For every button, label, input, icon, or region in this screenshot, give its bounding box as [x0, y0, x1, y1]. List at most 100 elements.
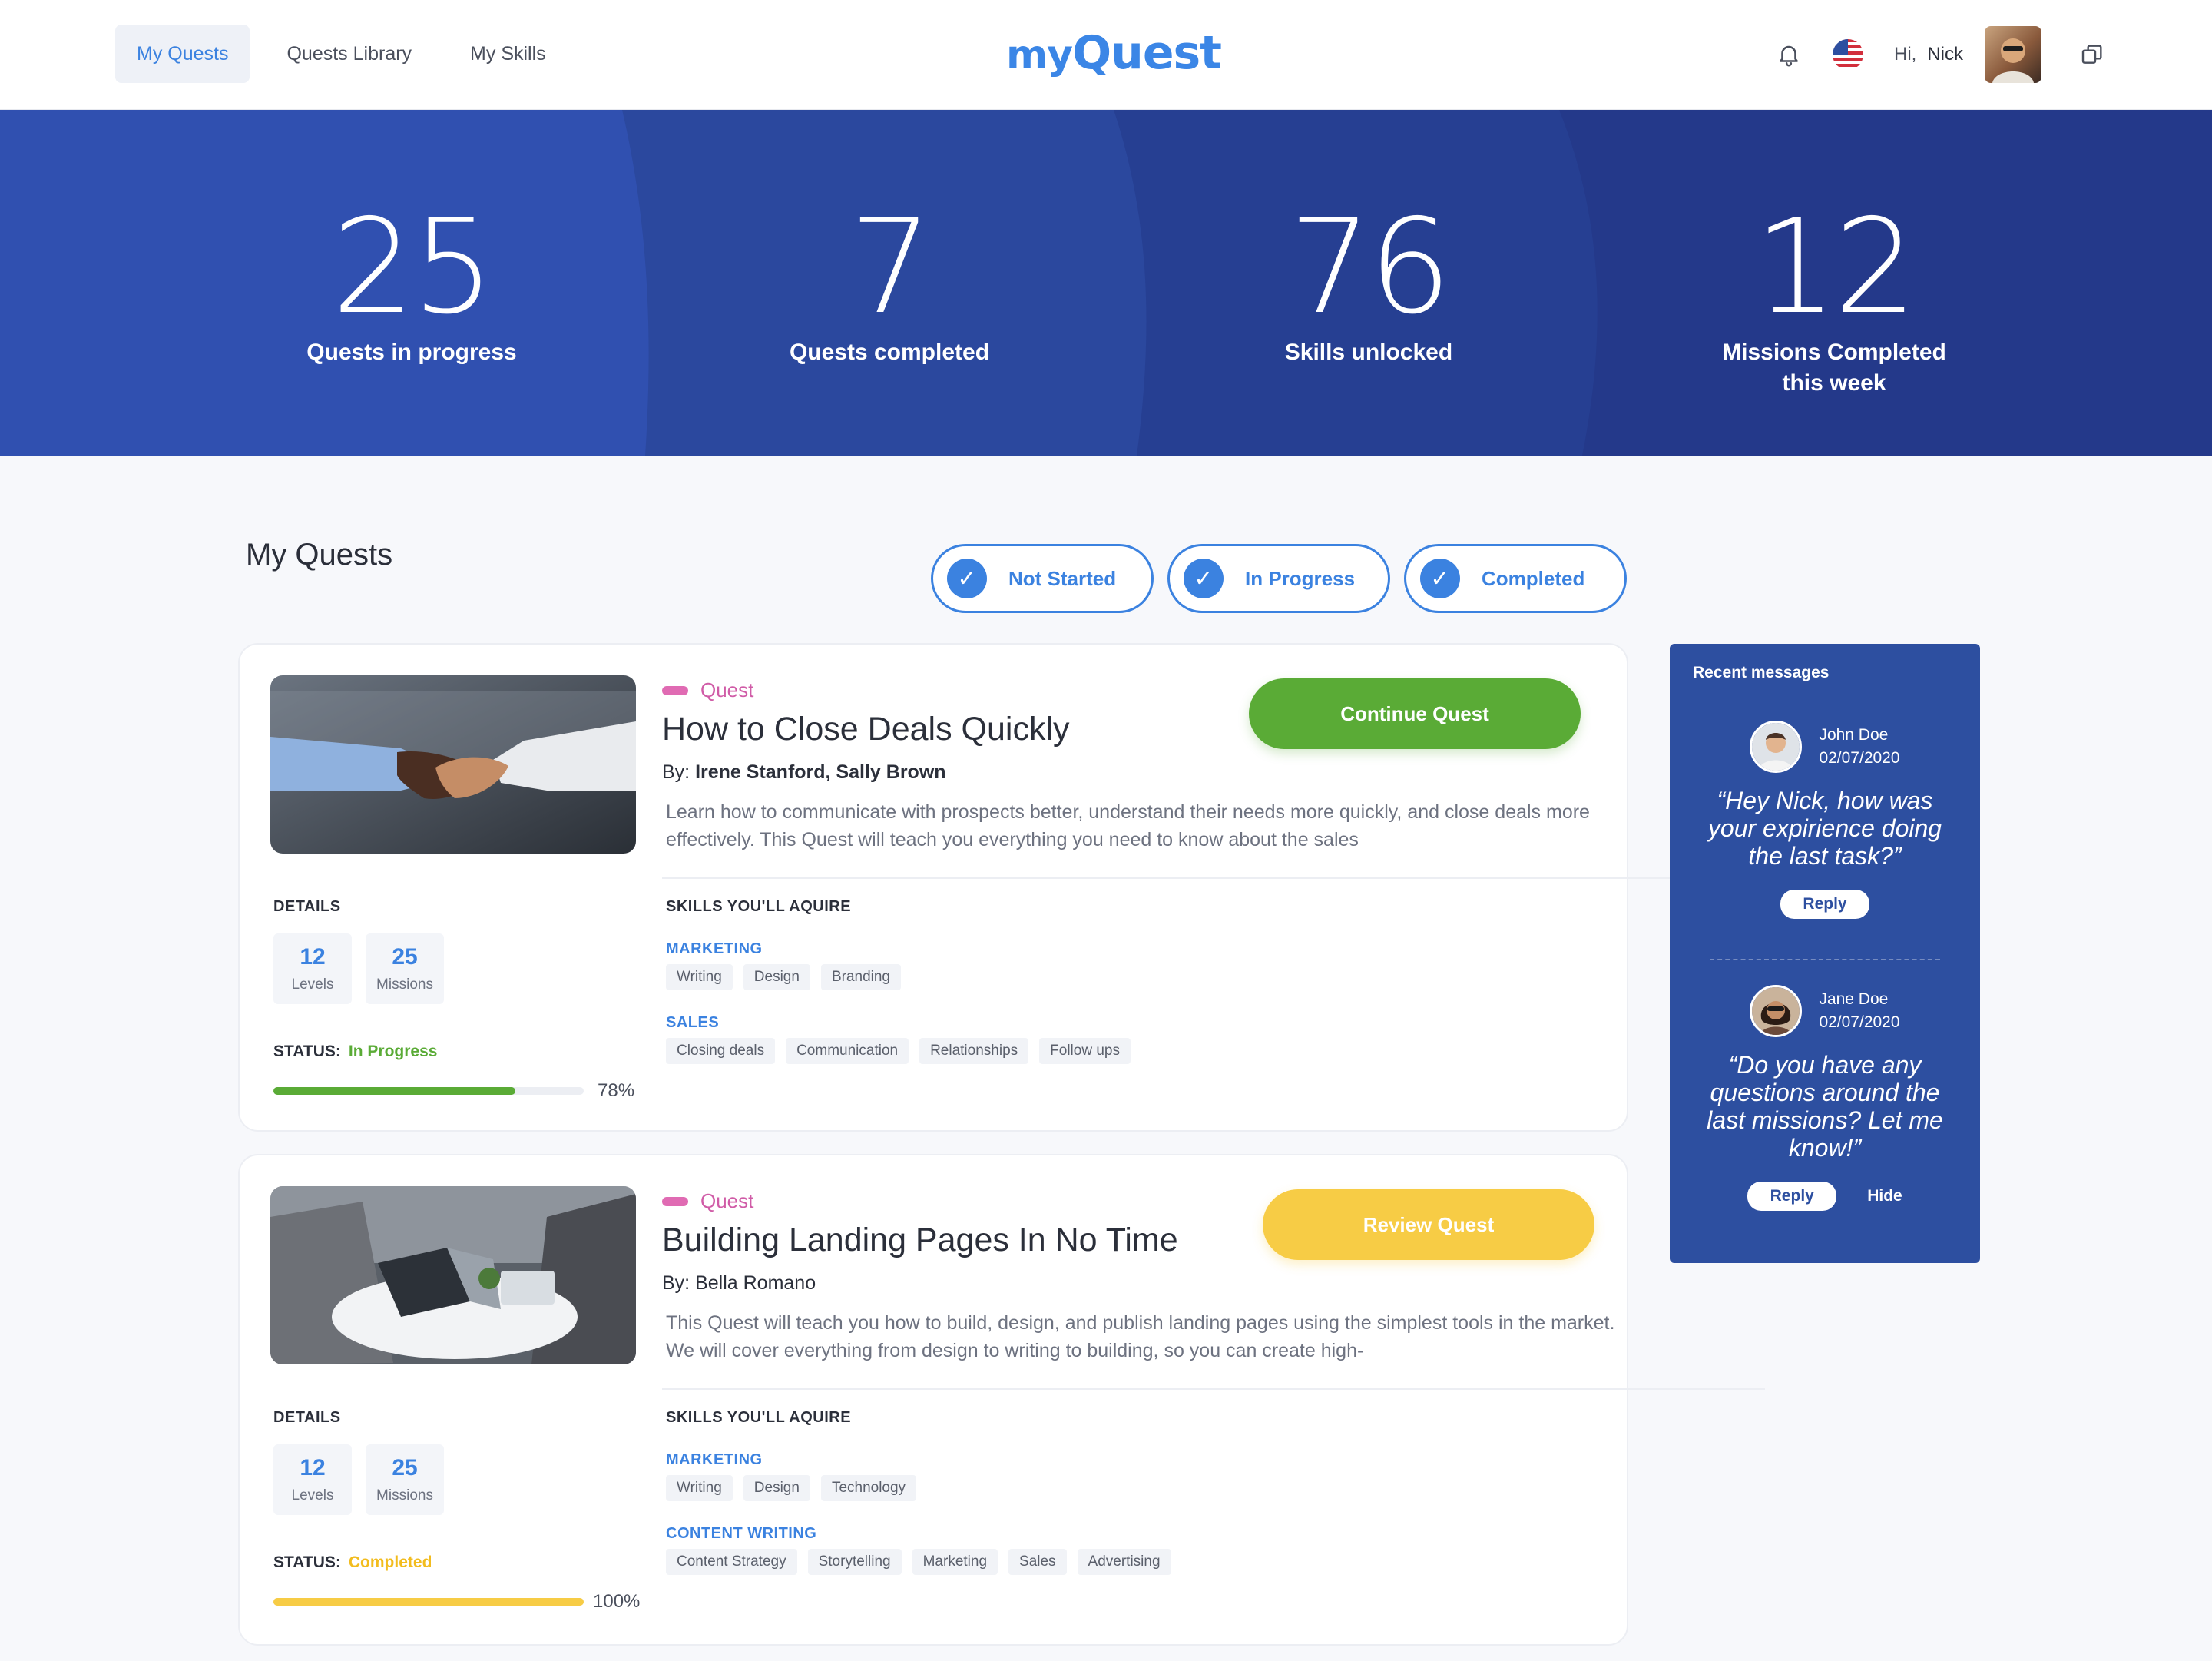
continue-quest-button[interactable]: Continue Quest — [1249, 678, 1581, 749]
progress-bar — [273, 1087, 584, 1095]
skill-chips: Writing Design Branding — [666, 964, 901, 990]
progress-bar — [273, 1598, 584, 1606]
stat-value: 76 — [1288, 191, 1452, 343]
details-boxes: 12 Levels 25 Missions — [273, 933, 444, 1004]
message-sender: John Doe 02/07/2020 — [1670, 721, 1980, 773]
quest-type-tag: Quest — [662, 678, 753, 702]
quest-thumbnail-laptop-meeting — [270, 1186, 636, 1364]
skill-chip: Closing deals — [666, 1038, 776, 1064]
skill-chip: Design — [743, 1475, 810, 1501]
status-value: Completed — [348, 1553, 432, 1571]
author-names: Bella Romano — [695, 1272, 816, 1294]
check-icon: ✓ — [1184, 559, 1224, 598]
filter-not-started[interactable]: ✓ Not Started — [931, 544, 1154, 613]
reply-button[interactable]: Reply — [1747, 1182, 1837, 1211]
levels-label: Levels — [291, 1487, 334, 1504]
sender-name: Jane Doe — [1819, 990, 1889, 1008]
user-avatar[interactable] — [1985, 26, 2041, 83]
message-text: “Do you have any questions around the la… — [1707, 1051, 1943, 1162]
quest-status: STATUS: Completed — [273, 1553, 432, 1572]
stat-quests-in-progress: 25 Quests in progress — [212, 202, 611, 368]
skill-chip: Communication — [786, 1038, 909, 1064]
skill-category: MARKETING — [666, 940, 763, 957]
status-value: In Progress — [348, 1043, 438, 1060]
levels-label: Levels — [291, 976, 334, 993]
skill-chip: Design — [743, 964, 810, 990]
skill-chip: Marketing — [912, 1549, 998, 1575]
quest-card[interactable]: Quest Building Landing Pages In No Time … — [238, 1154, 1765, 1646]
stat-value: 12 — [1753, 191, 1917, 343]
quest-authors: By: Bella Romano — [662, 1272, 816, 1295]
reply-button[interactable]: Reply — [1780, 890, 1869, 919]
stat-value: 25 — [331, 191, 495, 343]
user-controls: Hi, Nick — [1776, 26, 2104, 83]
quest-description: Learn how to communicate with prospects … — [666, 801, 1590, 850]
skill-chip: Content Strategy — [666, 1549, 797, 1575]
levels-count: 12 Levels — [273, 933, 352, 1004]
stat-missions-week: 12 Missions Completed this week — [1634, 202, 2034, 399]
card-divider — [662, 1388, 1765, 1390]
skill-chip: Relationships — [919, 1038, 1029, 1064]
quest-card[interactable]: Quest How to Close Deals Quickly By: Ire… — [238, 643, 1757, 1132]
top-navigation-bar: My Quests Quests Library My Skills myQue… — [0, 0, 2212, 110]
app-logo[interactable]: myQuest — [1006, 26, 1222, 80]
nav-my-quests[interactable]: My Quests — [115, 25, 250, 83]
levels-count: 12 Levels — [273, 1444, 352, 1515]
skill-category: CONTENT WRITING — [666, 1525, 817, 1542]
levels-value: 12 — [300, 944, 326, 970]
skill-chip: Storytelling — [807, 1549, 902, 1575]
quest-status: STATUS: In Progress — [273, 1043, 437, 1061]
recent-messages-panel: Recent messages John Doe 02/07/2020 “Hey… — [1670, 644, 1980, 1263]
messages-heading: Recent messages — [1693, 664, 1830, 681]
filter-label: Completed — [1482, 566, 1585, 590]
tag-label: Quest — [700, 1189, 754, 1212]
hide-button[interactable]: Hide — [1867, 1187, 1902, 1205]
main-nav: My Quests Quests Library My Skills — [115, 25, 568, 83]
check-icon: ✓ — [1420, 559, 1460, 598]
stats-banner: 25 Quests in progress 7 Quests completed… — [0, 110, 2212, 456]
us-flag-icon[interactable] — [1832, 39, 1863, 70]
avatar — [1750, 985, 1803, 1037]
by-prefix: By: — [662, 761, 690, 783]
nav-quests-library[interactable]: Quests Library — [265, 25, 433, 83]
sender-name: John Doe — [1819, 726, 1889, 744]
status-label: STATUS: — [273, 1553, 341, 1571]
tag-pill — [662, 1196, 688, 1206]
missions-count: 25 Missions — [366, 1444, 444, 1515]
progress-fill — [273, 1087, 516, 1095]
details-heading: DETAILS — [273, 898, 341, 915]
logo-suffix: Quest — [1072, 26, 1222, 80]
message-meta: John Doe 02/07/2020 — [1819, 724, 1899, 770]
stat-label: Missions Completed this week — [1722, 340, 1946, 396]
levels-value: 12 — [300, 1455, 326, 1480]
stat-label: Quests in progress — [306, 340, 517, 365]
missions-value: 25 — [392, 1455, 418, 1480]
progress-percent: 78% — [598, 1080, 635, 1101]
page-title: My Quests — [246, 538, 393, 572]
message-item: John Doe 02/07/2020 “Hey Nick, how was y… — [1670, 721, 1980, 919]
filter-completed[interactable]: ✓ Completed — [1404, 544, 1627, 613]
skill-chip: Technology — [820, 1475, 917, 1501]
window-icon[interactable] — [2080, 42, 2104, 67]
skill-category: MARKETING — [666, 1451, 763, 1468]
skill-chip: Writing — [666, 964, 733, 990]
bell-icon[interactable] — [1776, 41, 1802, 68]
message-actions: Reply — [1670, 890, 1980, 919]
skill-chips: Closing deals Communication Relationship… — [666, 1038, 1131, 1064]
skill-chip: Branding — [820, 964, 901, 990]
missions-value: 25 — [392, 944, 418, 970]
stat-skills-unlocked: 76 Skills unlocked — [1169, 202, 1568, 368]
card-divider — [662, 877, 1757, 879]
nav-my-skills[interactable]: My Skills — [449, 25, 568, 83]
quest-title[interactable]: Building Landing Pages In No Time — [662, 1222, 1178, 1259]
stat-quests-completed: 7 Quests completed — [690, 202, 1089, 368]
user-greeting[interactable]: Hi, Nick — [1894, 26, 2041, 83]
review-quest-button[interactable]: Review Quest — [1263, 1189, 1594, 1260]
skill-category: SALES — [666, 1014, 720, 1031]
greeting-prefix: Hi, — [1893, 44, 1917, 65]
details-boxes: 12 Levels 25 Missions — [273, 1444, 444, 1515]
filter-in-progress[interactable]: ✓ In Progress — [1167, 544, 1390, 613]
quest-title[interactable]: How to Close Deals Quickly — [662, 711, 1070, 748]
check-icon: ✓ — [947, 559, 987, 598]
quest-thumbnail-handshake — [270, 675, 636, 854]
